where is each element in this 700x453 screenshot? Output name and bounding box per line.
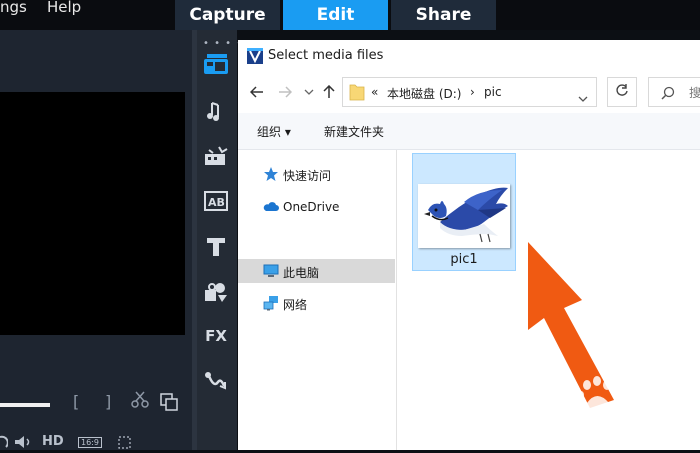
graphics-icon[interactable] [202, 278, 230, 306]
scissors-icon[interactable] [130, 391, 150, 413]
transition-icon[interactable] [202, 142, 230, 170]
scrubber-bar[interactable] [0, 403, 50, 407]
folder-icon [349, 83, 365, 105]
preview-window [0, 92, 185, 335]
nav-item-onedrive[interactable]: OneDrive [238, 195, 395, 219]
watermark-brand-2: du [614, 389, 646, 414]
organize-button[interactable]: 组织 ▾ [257, 123, 291, 140]
file-item[interactable]: pic1 [412, 153, 516, 271]
watermark-brand: Bai [537, 389, 577, 414]
file-thumbnail [418, 184, 510, 248]
address-folder[interactable]: pic [484, 85, 502, 99]
nav-item-label: 快速访问 [283, 169, 332, 183]
up-arrow-icon[interactable] [322, 84, 336, 103]
svg-text:AB: AB [208, 196, 225, 209]
back-arrow-icon[interactable] [249, 85, 264, 103]
nav-item-network[interactable]: 网络 [238, 291, 395, 315]
app-logo-icon [247, 48, 263, 68]
command-bar: 组织 ▾ 新建文件夹 [238, 113, 700, 150]
cloud-icon [263, 199, 279, 215]
hd-button[interactable]: HD [42, 434, 64, 449]
baidu-watermark: Bai du 经验 jingyan.baidu.com [535, 375, 695, 439]
navigation-pane: 快速访问 OneDrive 此电脑 网络 [238, 150, 397, 450]
address-row: « 本地磁盘 (D:) › pic 搜 [238, 73, 700, 113]
address-bar[interactable]: « 本地磁盘 (D:) › pic [342, 77, 597, 107]
media-icon[interactable] [202, 50, 230, 78]
address-dropdown-icon[interactable] [578, 88, 588, 107]
network-icon [263, 295, 279, 311]
nav-item-this-pc[interactable]: 此电脑 [238, 259, 395, 283]
address-drive[interactable]: 本地磁盘 (D:) [387, 85, 461, 102]
star-icon [263, 166, 279, 182]
search-input[interactable]: 搜 [648, 77, 700, 107]
menu-help[interactable]: Help [47, 0, 81, 16]
watermark-cn: 经验 [643, 395, 679, 416]
mark-in-button[interactable]: [ [73, 392, 79, 411]
dialog-titlebar[interactable]: Select media files [238, 40, 700, 73]
search-icon [661, 85, 675, 104]
dialog-title: Select media files [268, 48, 384, 63]
aspect-ratio-button[interactable]: 16:9 [78, 437, 102, 448]
repeat-icon[interactable] [0, 434, 9, 453]
menu-settings[interactable]: ngs [0, 0, 27, 16]
address-separator[interactable]: › [470, 85, 475, 99]
top-bar: ngs Help Capture Edit Share [0, 0, 700, 30]
path-icon[interactable] [202, 367, 230, 395]
forward-arrow-icon[interactable] [278, 85, 293, 103]
title-icon[interactable]: AB [202, 187, 230, 215]
audio-icon[interactable] [202, 97, 230, 125]
watermark-url: jingyan.baidu.com [535, 419, 628, 430]
tab-capture[interactable]: Capture [175, 0, 280, 30]
nav-item-label: 此电脑 [283, 266, 320, 280]
refresh-button[interactable] [607, 77, 637, 107]
pc-icon [263, 263, 279, 279]
resize-icon[interactable] [117, 434, 133, 453]
chevron-down-icon[interactable] [304, 85, 314, 103]
tab-edit[interactable]: Edit [283, 0, 388, 30]
file-name: pic1 [450, 252, 478, 267]
fx-icon[interactable]: FX [202, 322, 230, 350]
blue-jay-image [424, 187, 508, 243]
nav-item-quick-access[interactable]: 快速访问 [238, 162, 395, 186]
mark-out-button[interactable]: ] [105, 392, 111, 411]
address-prefix[interactable]: « [371, 85, 378, 99]
tab-share[interactable]: Share [391, 0, 496, 30]
snapshot-icon[interactable] [160, 393, 178, 415]
volume-icon[interactable] [14, 434, 34, 453]
nav-item-label: 网络 [283, 298, 308, 312]
new-folder-button[interactable]: 新建文件夹 [324, 123, 384, 140]
refresh-icon [615, 83, 629, 101]
text-icon[interactable] [202, 233, 230, 261]
nav-item-label: OneDrive [283, 200, 340, 214]
search-placeholder: 搜 [689, 86, 700, 100]
